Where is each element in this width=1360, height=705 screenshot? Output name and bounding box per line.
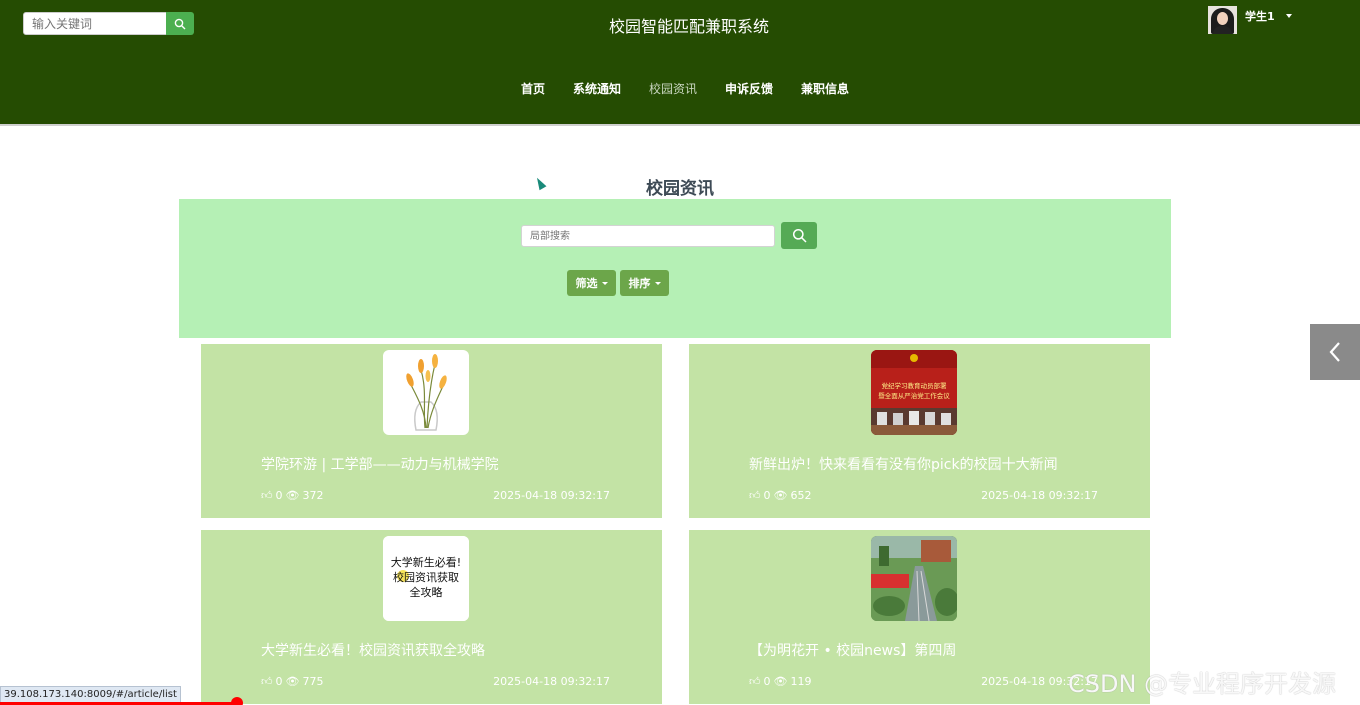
search-icon bbox=[792, 228, 807, 243]
main-nav: 首页 系统通知 校园资讯 申诉反馈 兼职信息 bbox=[0, 80, 1360, 97]
guide-text-line-2: 校园资讯获取 bbox=[393, 570, 459, 584]
thumbs-up-icon: 👍︎ bbox=[261, 489, 273, 502]
eye-icon: 👁︎ bbox=[285, 675, 300, 688]
like-count: 0 bbox=[275, 489, 283, 502]
article-thumbnail bbox=[383, 350, 469, 435]
article-title[interactable]: 新鲜出炉！快来看看有没有你pick的校园十大新闻 bbox=[749, 454, 1058, 474]
guide-text-line-1: 大学新生必看! bbox=[391, 555, 461, 569]
article-thumbnail bbox=[871, 536, 957, 621]
user-name: 学生1 bbox=[1245, 10, 1275, 23]
article-date: 2025-04-18 09:32:17 bbox=[493, 675, 610, 688]
poster-text-line-1: 党纪学习教育动员部署 bbox=[882, 381, 948, 390]
article-title[interactable]: 【为明花开 • 校园news】第四周 bbox=[749, 640, 956, 660]
article-card[interactable]: 学院环游 | 工学部——动力与机械学院 👍︎ 0 👁︎ 372 2025-04-18… bbox=[201, 344, 662, 518]
like-count: 0 bbox=[763, 489, 771, 502]
article-card[interactable]: 大学新生必看! 校园资讯获取 全攻略 大学新生必看！校园资讯获取全攻略 👍︎ 0 … bbox=[201, 530, 662, 704]
nav-item-notices[interactable]: 系统通知 bbox=[573, 80, 621, 97]
view-count: 372 bbox=[302, 489, 324, 502]
avatar bbox=[1208, 6, 1237, 34]
nav-item-feedback[interactable]: 申诉反馈 bbox=[725, 80, 773, 97]
page-title: 校园资讯 bbox=[646, 179, 714, 199]
view-count: 119 bbox=[790, 675, 812, 688]
article-stats: 👍︎ 0 👁︎ 372 bbox=[261, 489, 326, 502]
thumbs-up-icon: 👍︎ bbox=[749, 675, 761, 688]
progress-handle[interactable] bbox=[231, 697, 243, 705]
sort-dropdown[interactable]: 排序 bbox=[620, 270, 669, 296]
chevron-down-icon bbox=[601, 281, 608, 285]
eye-icon: 👁︎ bbox=[773, 675, 788, 688]
article-stats: 👍︎ 0 👁︎ 775 bbox=[261, 675, 326, 688]
search-panel bbox=[179, 199, 1171, 338]
thumbs-up-icon: 👍︎ bbox=[749, 489, 761, 502]
view-count: 775 bbox=[302, 675, 324, 688]
article-date: 2025-04-18 09:32:17 bbox=[981, 489, 1098, 502]
eye-icon: 👁︎ bbox=[773, 489, 788, 502]
top-header: 校园智能匹配兼职系统 学生1 首页 系统通知 校园资讯 申诉反馈 兼职信息 bbox=[0, 0, 1360, 126]
nav-item-campus-news[interactable]: 校园资讯 bbox=[649, 80, 697, 97]
chevron-down-icon bbox=[1285, 14, 1292, 18]
thumbs-up-icon: 👍︎ bbox=[261, 675, 273, 688]
watermark: CSDN @专业程序开发源 bbox=[1068, 670, 1337, 698]
nav-item-jobs[interactable]: 兼职信息 bbox=[801, 80, 849, 97]
local-search-button[interactable] bbox=[781, 222, 817, 249]
side-panel-toggle[interactable] bbox=[1310, 324, 1360, 380]
nav-item-home[interactable]: 首页 bbox=[521, 80, 545, 97]
article-stats: 👍︎ 0 👁︎ 652 bbox=[749, 489, 814, 502]
like-count: 0 bbox=[275, 675, 283, 688]
article-stats: 👍︎ 0 👁︎ 119 bbox=[749, 675, 814, 688]
article-title[interactable]: 学院环游 | 工学部——动力与机械学院 bbox=[261, 454, 499, 474]
article-thumbnail: 党纪学习教育动员部署 暨全面从严治党工作会议 bbox=[871, 350, 957, 435]
guide-text-line-3: 全攻略 bbox=[410, 585, 443, 599]
local-search-input[interactable] bbox=[521, 225, 775, 247]
filter-dropdown[interactable]: 筛选 bbox=[567, 270, 616, 296]
article-date: 2025-04-18 09:32:17 bbox=[493, 489, 610, 502]
like-count: 0 bbox=[763, 675, 771, 688]
chevron-down-icon bbox=[654, 281, 661, 285]
article-title[interactable]: 大学新生必看！校园资讯获取全攻略 bbox=[261, 640, 485, 660]
site-title: 校园智能匹配兼职系统 bbox=[608, 17, 769, 36]
sort-label: 排序 bbox=[628, 277, 651, 290]
article-card[interactable]: 党纪学习教育动员部署 暨全面从严治党工作会议 新鲜出炉！快来看看有没有你pick… bbox=[689, 344, 1150, 518]
chevron-left-icon bbox=[1329, 342, 1340, 362]
eye-icon: 👁︎ bbox=[285, 489, 300, 502]
view-count: 652 bbox=[790, 489, 812, 502]
filter-label: 筛选 bbox=[575, 277, 598, 290]
user-menu[interactable]: 学生1 bbox=[1208, 6, 1292, 34]
article-thumbnail: 大学新生必看! 校园资讯获取 全攻略 bbox=[383, 536, 469, 621]
poster-text-line-2: 暨全面从严治党工作会议 bbox=[878, 391, 950, 400]
